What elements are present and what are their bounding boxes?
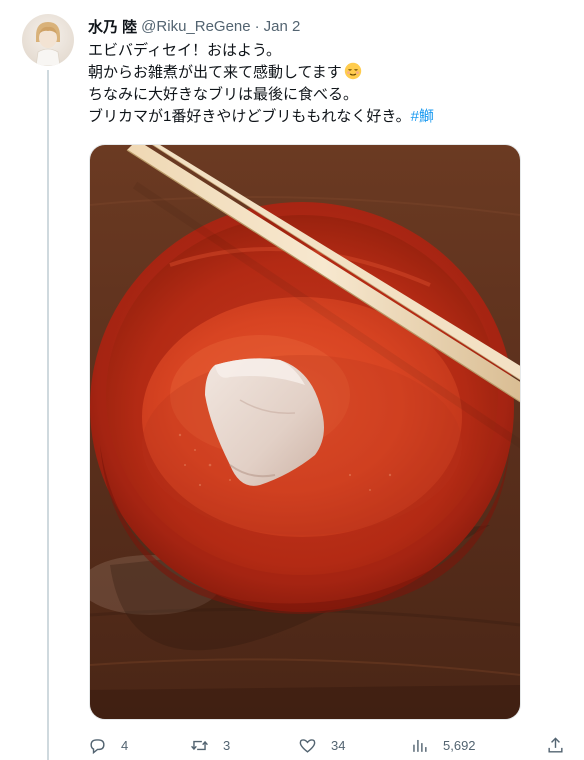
- retweet-button[interactable]: 3: [190, 734, 230, 756]
- like-button[interactable]: 34: [298, 734, 345, 756]
- tweet-date[interactable]: Jan 2: [264, 18, 301, 35]
- views-icon: [413, 739, 427, 752]
- tweet-line: ちなみに大好きなブリは最後に食べる。: [88, 86, 359, 103]
- tweet-header: 水乃 陸 @Riku_ReGene · Jan 2: [88, 16, 300, 36]
- share-button[interactable]: [546, 734, 565, 756]
- thread-line: [47, 70, 49, 760]
- avatar[interactable]: [22, 14, 74, 66]
- header-separator: ·: [254, 17, 260, 35]
- tweet-text: エビバディセイ！おはよう。 朝からお雑煮が出て来て感動してます ちなみに大好きな…: [88, 40, 568, 128]
- views-button[interactable]: 5,692: [410, 734, 476, 756]
- share-icon: [548, 736, 563, 753]
- reply-button[interactable]: 4: [88, 734, 128, 756]
- reply-icon: [90, 738, 105, 754]
- tweet-line: 朝からお雑煮が出て来て感動してます: [88, 64, 342, 81]
- tweet-line-with-hashtag: ブリカマが1番好きやけどブリももれなく好き。#鰤: [88, 106, 568, 128]
- user-handle[interactable]: @Riku_ReGene: [141, 18, 250, 35]
- tweet-line: エビバディセイ！おはよう。: [88, 42, 282, 59]
- reply-count: 4: [121, 737, 129, 753]
- retweet-icon: [191, 740, 208, 750]
- relieved-face-emoji: [344, 62, 362, 80]
- hashtag-link[interactable]: #鰤: [411, 108, 434, 125]
- tweet-photo[interactable]: [89, 144, 521, 720]
- display-name[interactable]: 水乃 陸: [88, 16, 137, 37]
- heart-icon: [299, 738, 316, 753]
- retweet-count: 3: [223, 737, 231, 753]
- like-count: 34: [331, 737, 346, 753]
- tweet-line: ブリカマが1番好きやけどブリももれなく好き。: [88, 108, 411, 125]
- tweet-actions: 4 3 34 5,692: [88, 734, 568, 756]
- views-count: 5,692: [443, 737, 476, 753]
- tweet-line-with-emoji: 朝からお雑煮が出て来て感動してます: [88, 62, 568, 84]
